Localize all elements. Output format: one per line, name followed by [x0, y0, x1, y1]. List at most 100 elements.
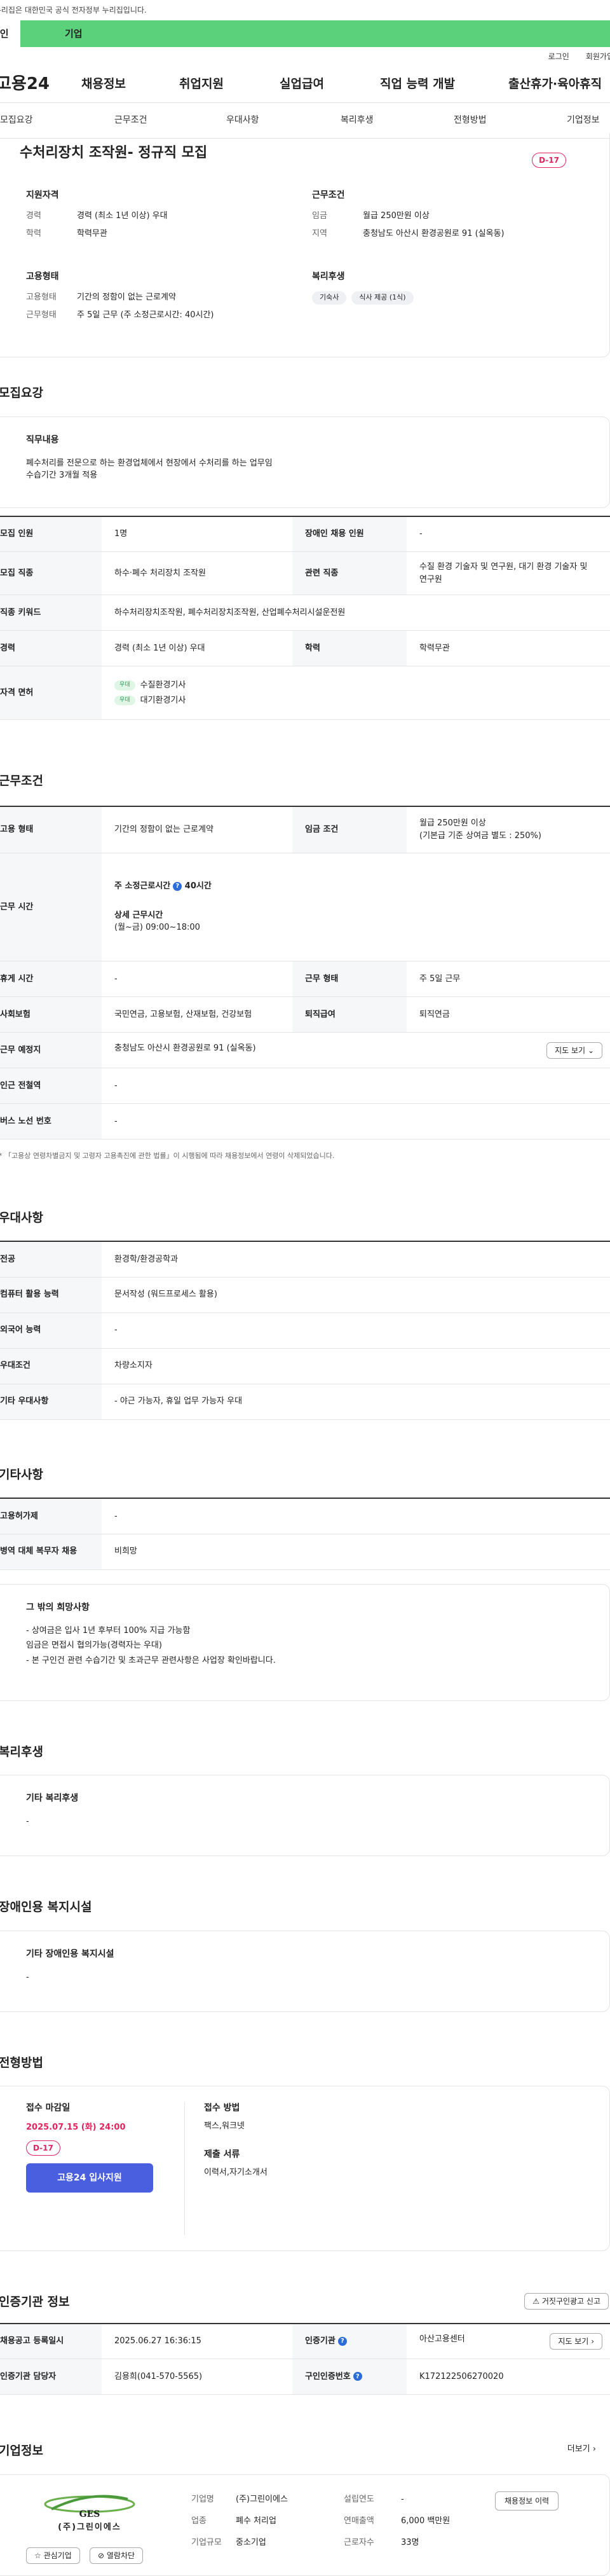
- tab-person[interactable]: 개인: [0, 20, 20, 47]
- block-button[interactable]: ⊘ 열람차단: [90, 2547, 144, 2564]
- area-value: 충청남도 아산시 환경공원로 91 (실옥동): [363, 228, 505, 238]
- row-value: 퇴직연금: [407, 996, 610, 1033]
- req-heading: 지원자격: [26, 190, 59, 200]
- row-label: 모집 인원: [0, 516, 102, 552]
- dis-value: -: [26, 1972, 29, 1982]
- nav-training[interactable]: 직업 능력 개발: [380, 75, 455, 93]
- row-label: 학력: [292, 630, 407, 666]
- wish-box: 그 밖의 희망사항 - 상여금은 입사 1년 후부터 100% 지급 가능함 임…: [0, 1583, 610, 1701]
- row-value: 하수처리장치조작원, 폐수처리장치조작원, 산업폐수처리시설운전원: [102, 595, 610, 631]
- method-value: 팩스,워크넷: [204, 2121, 245, 2131]
- row-label: 근무 예정지: [0, 1032, 102, 1068]
- row-value: 비희망: [102, 1534, 610, 1570]
- more-link[interactable]: 더보기 ›: [567, 2443, 596, 2456]
- row-value: 김용희(041-570-5565): [102, 2359, 292, 2395]
- founded-label: 설립연도: [344, 2494, 374, 2504]
- row-value: -: [102, 1498, 610, 1534]
- other-table: 고용허가제 - 병역 대체 복무자 채용 비희망: [0, 1498, 610, 1570]
- tab-recruit[interactable]: 모집요강: [0, 114, 33, 127]
- job-title: 수처리장치 조작원- 정규직 모집: [20, 145, 208, 161]
- age-note: * 「고용상 연령차별금지 및 고령자 고용촉진에 관한 법률」이 시행됨에 따…: [0, 1152, 335, 1160]
- nav-jobs[interactable]: 채용정보: [81, 75, 126, 93]
- apply-title: 전형방법: [0, 2055, 43, 2070]
- row-label: 장애인 채용 인원: [292, 516, 407, 552]
- company-logo: GES (주)그린이에스: [26, 2490, 153, 2535]
- row-label: 구인인증번호?: [292, 2359, 407, 2395]
- pay-value: 월급 250만원 이상: [363, 211, 430, 221]
- site-logo[interactable]: 고용24: [0, 72, 60, 97]
- row-label: 컴퓨터 활용 능력: [0, 1277, 102, 1313]
- row-value: 차량소지자: [102, 1348, 610, 1384]
- cond-heading: 근무조건: [312, 190, 345, 200]
- other-title: 기타사항: [0, 1467, 43, 1482]
- recruit-table: 모집 인원 1명 장애인 채용 인원 - 모집 직종 하수·폐수 처리장치 조작원 관련 …: [0, 515, 610, 720]
- block-icon: ⊘: [98, 2551, 105, 2560]
- tab-pref[interactable]: 우대사항: [226, 114, 259, 127]
- nav-unemployment[interactable]: 실업급여: [280, 75, 324, 93]
- main-nav: 고용24 채용정보 취업지원 실업급여 직업 능력 개발 출산휴가·육아휴직: [0, 66, 610, 103]
- employees-value: 33명: [401, 2537, 419, 2547]
- row-label: 인증기관 담당자: [0, 2359, 102, 2395]
- row-value: 경력 (최소 1년 이상) 우대: [102, 630, 292, 666]
- type-label: 고용형태: [26, 293, 57, 302]
- alert-icon: ⚠: [532, 2297, 540, 2306]
- edu-value: 학력무관: [77, 228, 107, 238]
- row-label: 우대조건: [0, 1348, 102, 1384]
- tab-company[interactable]: 기업: [20, 20, 610, 47]
- row-value: -: [407, 516, 610, 552]
- info-icon[interactable]: ?: [337, 2336, 347, 2346]
- row-label: 고용허가제: [0, 1498, 102, 1534]
- info-icon[interactable]: ?: [353, 2372, 362, 2381]
- tab-welfare[interactable]: 복리후생: [341, 114, 374, 127]
- wish-line: - 상여금은 입사 1년 후부터 100% 지급 가능함: [26, 1625, 191, 1636]
- pref-tag: 우대: [114, 680, 135, 691]
- row-label: 퇴직급여: [292, 996, 407, 1033]
- row-label: 관련 직종: [292, 551, 407, 595]
- summary-card: 수처리장치 조작원- 정규직 모집 D-17 지원자격 경력 경력 (최소 1년 …: [0, 134, 610, 357]
- row-value: 학력무관: [407, 630, 610, 666]
- nav-support[interactable]: 취업지원: [179, 75, 224, 93]
- company-title: 기업정보: [0, 2444, 43, 2458]
- docs-value: 이력서,자기소개서: [204, 2167, 268, 2177]
- row-label: 인증기관?: [292, 2323, 407, 2359]
- tab-work[interactable]: 근무조건: [114, 114, 147, 127]
- welfare-chip: 기숙사: [312, 291, 347, 305]
- work-table: 고용 형태 기간의 정함이 없는 근로계약 임금 조건 월급 250만원 이상 (기본급…: [0, 805, 610, 1140]
- login-link[interactable]: 로그인: [548, 51, 569, 62]
- career-label: 경력: [26, 211, 41, 221]
- license-item: 대기환경기사: [140, 695, 186, 705]
- map-button[interactable]: 지도 보기 ⌄: [546, 1042, 602, 1059]
- pref-table: 전공 환경학/환경공학과 컴퓨터 활용 능력 문서작성 (워드프로세스 활용) 외국…: [0, 1241, 610, 1420]
- tab-company[interactable]: 기업정보: [567, 114, 600, 127]
- row-value: 2025.06.27 16:36:15: [102, 2323, 292, 2359]
- career-value: 경력 (최소 1년 이상) 우대: [77, 211, 168, 221]
- method-heading: 접수 방법: [204, 2103, 240, 2113]
- cert-table: 채용공고 등록일시 2025.06.27 16:36:15 인증기관? 아산고용센터 지…: [0, 2322, 610, 2395]
- info-icon[interactable]: ?: [173, 881, 182, 891]
- fav-button[interactable]: ☆ 관심기업: [26, 2547, 80, 2564]
- welfare-value: -: [26, 1817, 29, 1826]
- tab-method[interactable]: 전형방법: [454, 114, 487, 127]
- cert-title: 인증기관 정보: [0, 2295, 70, 2309]
- join-link[interactable]: 회원가입: [586, 51, 610, 62]
- star-icon: ☆: [34, 2551, 41, 2560]
- apply-button[interactable]: 고용24 입사지원: [26, 2163, 153, 2193]
- cert-map-button[interactable]: 지도 보기 ›: [550, 2332, 602, 2350]
- welfare-box: 기타 복리후생 -: [0, 1775, 610, 1856]
- row-value: -: [102, 1312, 610, 1349]
- type-value: 기간의 정함이 없는 근로계약: [77, 293, 176, 302]
- row-label: 전공: [0, 1241, 102, 1278]
- row-value: -: [102, 1068, 610, 1104]
- row-value: 문서작성 (워드프로세스 활용): [102, 1277, 610, 1313]
- gov-notice: 이 누리집은 대한민국 공식 전자정부 누리집입니다.: [0, 6, 147, 15]
- deadline-heading: 접수 마감일: [26, 2103, 71, 2113]
- history-button[interactable]: 채용정보 이력: [495, 2491, 559, 2511]
- welfare-heading: 기타 복리후생: [26, 1793, 79, 1803]
- nav-leave[interactable]: 출산휴가·육아휴직: [508, 75, 602, 93]
- report-button[interactable]: ⚠ 거짓구인광고 신고: [524, 2293, 609, 2310]
- row-value: 수질 환경 기술자 및 연구원, 대기 환경 기술자 및 연구원: [407, 551, 610, 595]
- hours-label: 근무형태: [26, 310, 57, 320]
- row-label: 기타 우대사항: [0, 1384, 102, 1420]
- apply-box: 접수 마감일 2025.07.15 (화) 24:00 D-17 고용24 입사…: [0, 2086, 610, 2251]
- welfare-chip: 식사 제공 (1식): [351, 291, 414, 305]
